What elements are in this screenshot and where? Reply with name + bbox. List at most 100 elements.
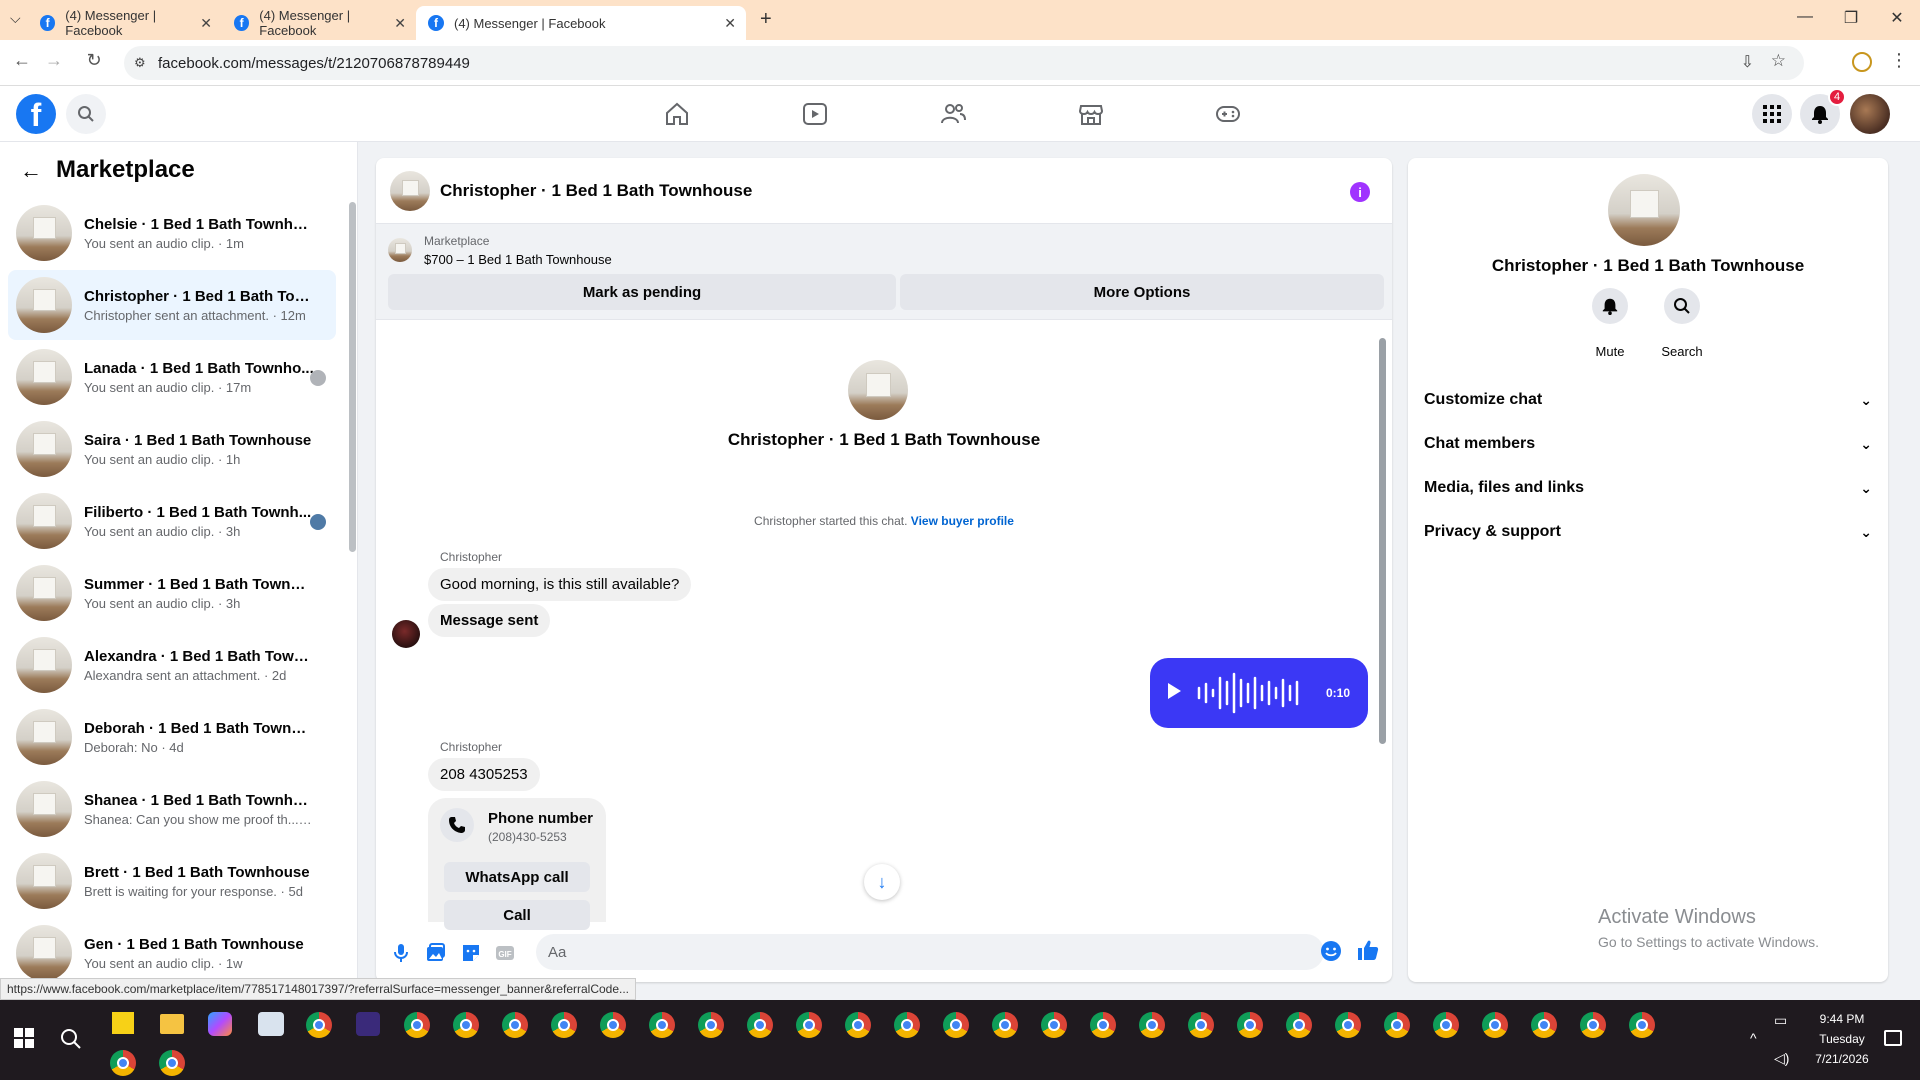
marketplace-icon[interactable] <box>1077 100 1105 128</box>
conversation-item[interactable]: Lanada · 1 Bed 1 Bath Townho... You sent … <box>8 342 336 412</box>
address-bar[interactable]: ⚙ facebook.com/messages/t/21207068787894… <box>124 46 1804 80</box>
thumbs-up-icon[interactable] <box>1356 938 1380 962</box>
chrome-profile-icon[interactable] <box>1139 1012 1165 1038</box>
sticker-icon[interactable] <box>460 942 482 964</box>
message-bubble[interactable]: Message sent <box>428 604 551 637</box>
tab-list-chevron-icon[interactable]: ⌵ <box>10 10 21 27</box>
chrome-profile-icon[interactable] <box>1482 1012 1508 1038</box>
messages-scrollbar[interactable] <box>1379 338 1386 744</box>
chrome-profile-icon[interactable] <box>796 1012 822 1038</box>
chrome-profile-icon[interactable] <box>1090 1012 1116 1038</box>
mark-as-pending-button[interactable]: Mark as pending <box>388 274 896 310</box>
reload-icon[interactable]: ↻ <box>80 50 108 71</box>
chrome-profile-icon[interactable] <box>1286 1012 1312 1038</box>
sticky-notes-icon[interactable] <box>112 1012 134 1034</box>
info-avatar[interactable] <box>1608 174 1680 246</box>
app-icon[interactable] <box>356 1012 380 1036</box>
search-in-chat-button[interactable] <box>1664 288 1700 324</box>
conversation-item[interactable]: Chelsie · 1 Bed 1 Bath Townhouse You sent… <box>8 198 336 268</box>
customize-chat-section[interactable]: Customize chat ⌄ <box>1424 382 1872 418</box>
video-icon[interactable] <box>801 100 829 128</box>
bookmark-star-icon[interactable]: ☆ <box>1771 51 1786 71</box>
scroll-to-bottom-button[interactable]: ↓ <box>864 864 900 900</box>
chat-members-section[interactable]: Chat members ⌄ <box>1424 426 1872 462</box>
sender-avatar[interactable] <box>392 620 420 648</box>
conversation-item[interactable]: Deborah · 1 Bed 1 Bath Townhou... Deborah… <box>8 702 336 772</box>
taskbar-search-icon[interactable] <box>60 1028 82 1055</box>
restore-window-button[interactable]: ❐ <box>1828 8 1874 28</box>
forward-arrow-icon[interactable]: → <box>40 50 68 71</box>
install-app-icon[interactable]: ⇩ <box>1741 52 1754 72</box>
profile-icon[interactable] <box>1852 52 1872 72</box>
conversation-item[interactable]: Gen · 1 Bed 1 Bath Townhouse You sent an … <box>8 918 336 978</box>
file-explorer-icon[interactable] <box>160 1014 184 1034</box>
close-tab-icon[interactable]: ✕ <box>200 15 212 32</box>
facebook-logo-icon[interactable]: f <box>16 94 56 134</box>
media-files-links-section[interactable]: Media, files and links ⌄ <box>1424 470 1872 506</box>
chrome-profile-icon[interactable] <box>502 1012 528 1038</box>
chrome-profile-icon[interactable] <box>1041 1012 1067 1038</box>
sidebar-scrollbar[interactable] <box>349 202 356 552</box>
back-arrow-icon[interactable]: ← <box>8 50 36 71</box>
gif-icon[interactable]: GIF <box>494 942 516 964</box>
system-tray-chevron-icon[interactable]: ^ <box>1750 1030 1757 1046</box>
account-avatar[interactable] <box>1850 94 1890 134</box>
emoji-icon[interactable] <box>1320 940 1342 962</box>
conversation-item[interactable]: Alexandra · 1 Bed 1 Bath Townho... Alexan… <box>8 630 336 700</box>
more-options-button[interactable]: More Options <box>900 274 1384 310</box>
chrome-profile-icon[interactable] <box>1433 1012 1459 1038</box>
chrome-profile-icon[interactable] <box>404 1012 430 1038</box>
browser-tab-3-active[interactable]: f (4) Messenger | Facebook ✕ <box>416 6 746 40</box>
chrome-profile-icon[interactable] <box>600 1012 626 1038</box>
windows-start-icon[interactable] <box>14 1028 34 1053</box>
conversation-item-selected[interactable]: Christopher · 1 Bed 1 Bath Town... Christ… <box>8 270 336 340</box>
conversation-item[interactable]: Filiberto · 1 Bed 1 Bath Townh... You sen… <box>8 486 336 556</box>
clock-time[interactable]: 9:44 PM <box>1806 1012 1878 1026</box>
notifications-bell-icon[interactable]: 4 <box>1800 88 1846 134</box>
microphone-icon[interactable] <box>390 942 412 964</box>
conversation-item[interactable]: Brett · 1 Bed 1 Bath Townhouse Brett is w… <box>8 846 336 916</box>
action-center-icon[interactable] <box>1884 1030 1902 1046</box>
listing-thumbnail[interactable] <box>388 238 412 262</box>
whatsapp-call-button[interactable]: WhatsApp call <box>444 862 590 892</box>
browser-tab-2[interactable]: f (4) Messenger | Facebook ✕ <box>222 6 416 40</box>
volume-icon[interactable]: ◁) <box>1774 1050 1789 1067</box>
menu-grid-icon[interactable] <box>1752 94 1792 134</box>
browser-tab-1[interactable]: f (4) Messenger | Facebook ✕ <box>28 6 222 40</box>
back-arrow-icon[interactable]: ← <box>20 158 42 184</box>
chrome-profile-icon[interactable] <box>1629 1012 1655 1038</box>
new-tab-button[interactable]: + <box>760 8 772 31</box>
friends-icon[interactable] <box>939 100 967 128</box>
search-icon[interactable] <box>66 94 106 134</box>
chrome-profile-icon[interactable] <box>110 1050 136 1076</box>
close-tab-icon[interactable]: ✕ <box>394 15 406 32</box>
play-icon[interactable] <box>1166 682 1182 705</box>
chrome-profile-icon[interactable] <box>453 1012 479 1038</box>
chrome-profile-icon[interactable] <box>1531 1012 1557 1038</box>
conversation-item[interactable]: Saira · 1 Bed 1 Bath Townhouse You sent a… <box>8 414 336 484</box>
copilot-icon[interactable] <box>208 1012 232 1036</box>
chrome-profile-icon[interactable] <box>159 1050 185 1076</box>
chrome-profile-icon[interactable] <box>943 1012 969 1038</box>
photo-icon[interactable] <box>424 942 446 964</box>
info-icon[interactable]: i <box>1350 182 1370 202</box>
message-bubble[interactable]: Good morning, is this still available? <box>428 568 692 601</box>
chat-title[interactable]: Christopher · 1 Bed 1 Bath Townhouse <box>440 181 752 201</box>
chrome-profile-icon[interactable] <box>1335 1012 1361 1038</box>
privacy-support-section[interactable]: Privacy & support ⌄ <box>1424 514 1872 550</box>
message-bubble[interactable]: 208 4305253 <box>428 758 540 791</box>
network-icon[interactable]: ▭ <box>1774 1012 1787 1029</box>
app-icon[interactable] <box>258 1012 284 1036</box>
chrome-profile-icon[interactable] <box>698 1012 724 1038</box>
close-window-button[interactable]: ✕ <box>1874 8 1920 28</box>
site-info-icon[interactable]: ⚙ <box>134 55 146 71</box>
close-tab-icon[interactable]: ✕ <box>724 15 736 32</box>
chrome-profile-icon[interactable] <box>1188 1012 1214 1038</box>
chrome-profile-icon[interactable] <box>1384 1012 1410 1038</box>
chrome-icon[interactable] <box>306 1012 332 1038</box>
listing-title[interactable]: $700 – 1 Bed 1 Bath Townhouse <box>424 252 612 267</box>
audio-clip-bubble[interactable]: 0:10 <box>1150 658 1368 728</box>
chrome-profile-icon[interactable] <box>551 1012 577 1038</box>
chrome-profile-icon[interactable] <box>1580 1012 1606 1038</box>
mute-button[interactable] <box>1592 288 1628 324</box>
